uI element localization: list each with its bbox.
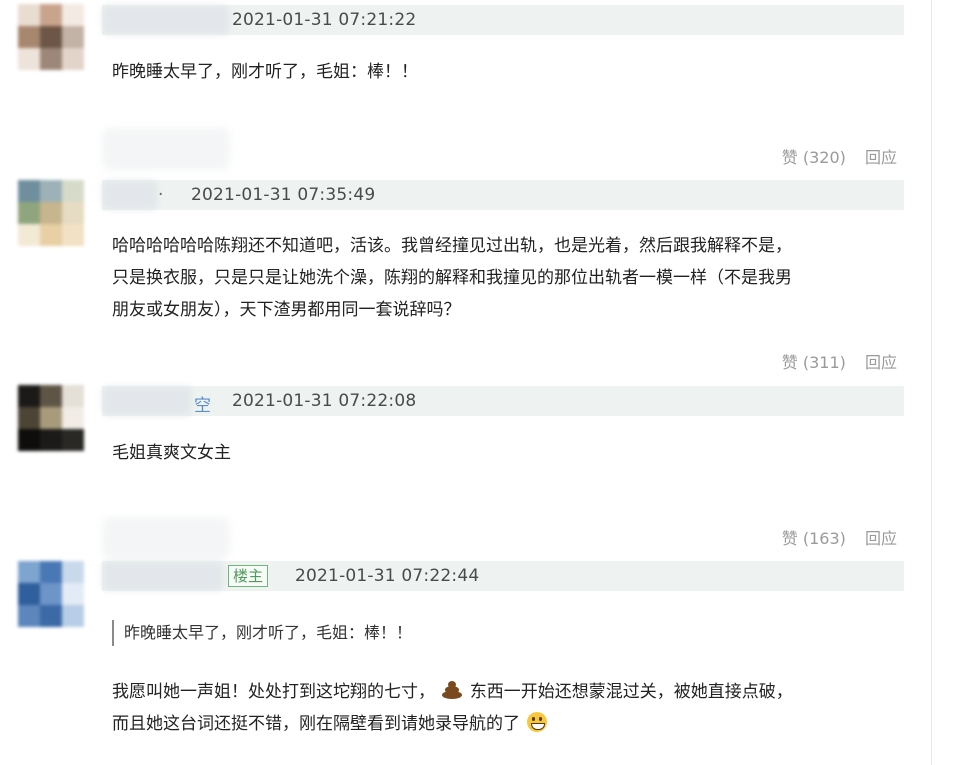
- like-button[interactable]: 赞 (320): [782, 148, 846, 167]
- avatar-pixel: [62, 385, 84, 407]
- comment-text-line: 我愿叫她一声姐！处处打到这坨翔的七寸， 东西一开始还想蒙混过关，被她直接点破，: [112, 676, 902, 708]
- avatar-pixel: [18, 4, 40, 26]
- avatar-pixel: [62, 4, 84, 26]
- comment-text: 昨晚睡太早了，刚才听了，毛姐：棒！！: [112, 56, 902, 88]
- comment-text-line: 朋友或女朋友），天下渣男都用同一套说辞吗？: [112, 300, 461, 320]
- avatar-pixel: [18, 202, 40, 224]
- avatar-pixel: [18, 583, 40, 605]
- poop-emoji-icon: [442, 681, 463, 699]
- avatar-pixel: [40, 583, 62, 605]
- username-blurred[interactable]: [102, 5, 230, 35]
- comment-text: 哈哈哈哈哈哈陈翔还不知道吧，活该。我曾经撞见过出轨，也是光着，然后跟我解释不是，…: [112, 230, 902, 326]
- grinning-emoji-icon: [527, 712, 548, 732]
- avatar-pixel: [40, 561, 62, 583]
- avatar-pixel: [40, 48, 62, 70]
- comment-actions: 赞 (311) 回应: [768, 349, 897, 373]
- avatar-pixel: [40, 180, 62, 202]
- username-suffix: ·: [158, 185, 164, 205]
- comment-text-line: 昨晚睡太早了，刚才听了，毛姐：棒！！: [112, 62, 418, 82]
- username-suffix: 空: [194, 396, 212, 416]
- comment-text-line: 毛姐真爽文女主: [112, 443, 231, 463]
- comment-meta-bar: 空 2021-01-31 07:22:08: [102, 386, 904, 416]
- avatar-pixel: [62, 26, 84, 48]
- reply-author-blurred: [102, 517, 230, 559]
- comment-meta-bar: 2021-01-31 07:21:22: [102, 5, 904, 35]
- avatar-pixel: [62, 429, 84, 451]
- avatar-pixel: [18, 48, 40, 70]
- avatar-pixel: [40, 605, 62, 627]
- avatar[interactable]: [18, 561, 84, 627]
- reply-button[interactable]: 回应: [865, 529, 897, 548]
- avatar-pixel: [40, 4, 62, 26]
- comment-actions: 赞 (163) 回应: [768, 525, 897, 549]
- comment-timestamp: 2021-01-31 07:21:22: [232, 10, 417, 30]
- avatar-pixel: [62, 583, 84, 605]
- avatar-pixel: [18, 407, 40, 429]
- avatar-pixel: [62, 407, 84, 429]
- comment-item: 2021-01-31 07:21:22 昨晚睡太早了，刚才听了，毛姐：棒！！ 赞…: [0, 0, 931, 180]
- avatar-pixel: [18, 605, 40, 627]
- comment-meta-bar: · 2021-01-31 07:35:49: [102, 180, 904, 210]
- scrollbar-track[interactable]: [931, 0, 932, 765]
- avatar-pixel: [40, 224, 62, 246]
- reply-button[interactable]: 回应: [865, 148, 897, 167]
- avatar-pixel: [40, 385, 62, 407]
- avatar-pixel: [40, 26, 62, 48]
- reply-author-blurred: [102, 128, 230, 170]
- comment-item: · 2021-01-31 07:35:49 哈哈哈哈哈哈陈翔还不知道吧，活该。我…: [0, 175, 931, 375]
- avatar-pixel: [40, 202, 62, 224]
- comment-text-line: 只是换衣服，只是只是让她洗个澡，陈翔的解释和我撞见的那位出轨者一模一样（不是我男: [112, 268, 792, 288]
- avatar-pixel: [18, 385, 40, 407]
- avatar-pixel: [62, 605, 84, 627]
- avatar-pixel: [62, 202, 84, 224]
- comment-text-segment: 东西一开始还想蒙混过关，被她直接点破，: [469, 682, 793, 702]
- avatar-pixel: [62, 561, 84, 583]
- quoted-comment: 昨晚睡太早了，刚才听了，毛姐：棒！！: [112, 620, 412, 646]
- comment-meta-bar: 楼主 2021-01-31 07:22:44: [102, 561, 904, 591]
- avatar-pixel: [18, 26, 40, 48]
- avatar-pixel: [18, 224, 40, 246]
- comment-timestamp: 2021-01-31 07:22:44: [295, 566, 480, 586]
- comment-text-segment: 而且她这台词还挺不错，刚在隔壁看到请她录导航的了: [112, 714, 520, 734]
- like-button[interactable]: 赞 (163): [782, 529, 846, 548]
- comment-item: 空 2021-01-31 07:22:08 毛姐真爽文女主 赞 (163) 回应: [0, 381, 931, 559]
- comment-text-line: 哈哈哈哈哈哈陈翔还不知道吧，活该。我曾经撞见过出轨，也是光着，然后跟我解释不是，: [112, 236, 792, 256]
- comment-text-line: 而且她这台词还挺不错，刚在隔壁看到请她录导航的了: [112, 708, 902, 740]
- comment-timestamp: 2021-01-31 07:35:49: [191, 185, 376, 205]
- avatar[interactable]: [18, 385, 84, 451]
- username-blurred[interactable]: [102, 561, 224, 591]
- comment-timestamp: 2021-01-31 07:22:08: [232, 391, 417, 411]
- reply-button[interactable]: 回应: [865, 353, 897, 372]
- avatar-pixel: [40, 429, 62, 451]
- comment-text-segment: 我愿叫她一声姐！处处打到这坨翔的七寸，: [112, 682, 435, 702]
- avatar-pixel: [18, 561, 40, 583]
- avatar[interactable]: [18, 4, 84, 70]
- like-button[interactable]: 赞 (311): [782, 353, 846, 372]
- avatar-pixel: [40, 407, 62, 429]
- comment-item: 楼主 2021-01-31 07:22:44 昨晚睡太早了，刚才听了，毛姐：棒！…: [0, 557, 931, 765]
- comment-actions: 赞 (320) 回应: [768, 144, 897, 168]
- avatar-pixel: [62, 180, 84, 202]
- op-badge: 楼主: [228, 565, 269, 587]
- avatar-pixel: [62, 224, 84, 246]
- username-blurred[interactable]: [102, 386, 192, 416]
- comment-text: 毛姐真爽文女主: [112, 437, 902, 469]
- avatar[interactable]: [18, 180, 84, 246]
- avatar-pixel: [18, 180, 40, 202]
- avatar-pixel: [18, 429, 40, 451]
- username-blurred[interactable]: [102, 180, 158, 210]
- avatar-pixel: [62, 48, 84, 70]
- comment-text: 我愿叫她一声姐！处处打到这坨翔的七寸， 东西一开始还想蒙混过关，被她直接点破， …: [112, 676, 902, 740]
